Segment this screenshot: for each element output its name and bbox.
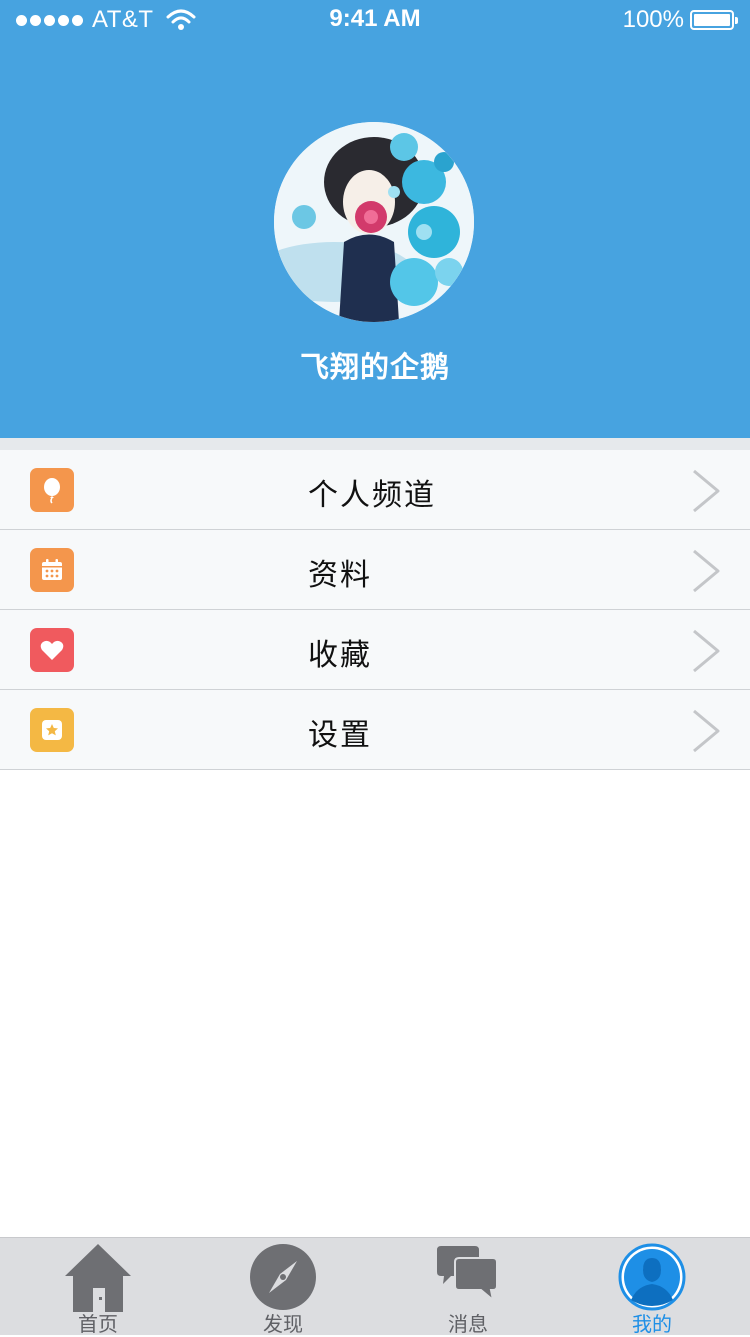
chevron-right-icon (693, 469, 720, 513)
heart-icon (30, 628, 74, 672)
menu-item-label: 设置 (308, 718, 372, 753)
menu-item-label: 个人频道 (308, 478, 436, 513)
menu-item-favorites[interactable]: 收藏 (0, 610, 750, 690)
menu-item-profile-info[interactable]: 资料 (0, 530, 750, 610)
menu-item-personal-channel[interactable]: 个人频道 (0, 450, 750, 530)
username: 飞翔的企鹅 (299, 350, 450, 384)
menu-item-settings[interactable]: 设置 (0, 690, 750, 770)
tab-label: 消息 (448, 1312, 488, 1336)
section-divider (0, 438, 750, 450)
avatar-illustration-icon (274, 122, 474, 322)
menu-item-label: 收藏 (308, 638, 372, 673)
chevron-right-icon (693, 709, 720, 753)
compass-icon (250, 1244, 316, 1310)
calendar-icon (30, 548, 74, 592)
tab-label: 首页 (78, 1312, 118, 1336)
tab-me[interactable]: 我的 (582, 1238, 722, 1336)
star-icon (30, 708, 74, 752)
menu-item-label: 资料 (308, 558, 372, 593)
tab-messages[interactable]: 消息 (398, 1238, 538, 1336)
status-right: 100% (622, 6, 738, 34)
user-icon (618, 1243, 686, 1311)
tab-bar: 首页 发现 消息 我的 (0, 1237, 750, 1336)
chat-icon (437, 1246, 498, 1303)
chevron-right-icon (693, 549, 720, 593)
tab-discover[interactable]: 发现 (213, 1238, 353, 1336)
profile-header: AT&T 9:41 AM 100% 飞翔的企鹅 (0, 0, 750, 438)
battery-icon (690, 10, 738, 30)
avatar[interactable] (274, 122, 474, 322)
tab-home[interactable]: 首页 (28, 1238, 168, 1336)
chevron-right-icon (693, 629, 720, 673)
menu-list: 个人频道 资料 收藏 设置 (0, 450, 750, 770)
balloon-icon (30, 468, 74, 512)
status-bar: AT&T 9:41 AM 100% (0, 0, 750, 40)
home-icon (65, 1244, 131, 1312)
battery-percentage: 100% (622, 6, 684, 33)
tab-label: 我的 (632, 1312, 672, 1336)
tab-label: 发现 (263, 1312, 303, 1336)
